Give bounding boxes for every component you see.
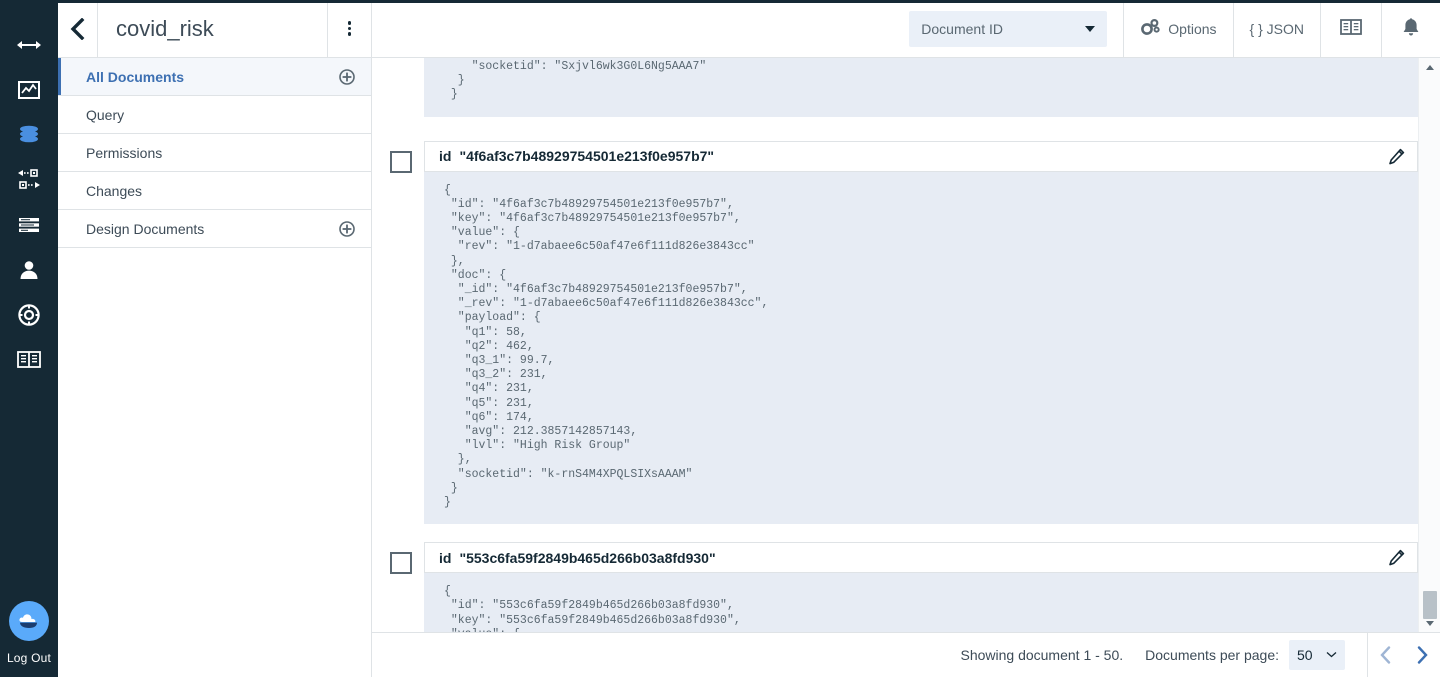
- documents-per-page-select[interactable]: 50: [1289, 640, 1345, 670]
- lifesaver-icon[interactable]: [0, 292, 58, 337]
- sidebar-item-query[interactable]: Query: [58, 96, 371, 134]
- options-gears-icon: [1140, 18, 1160, 39]
- document-list[interactable]: "socketid": "Sxjvl6wk3G0L6Ng5AAA7" } } i…: [372, 58, 1440, 632]
- chevron-right-icon[interactable]: [1404, 633, 1440, 677]
- options-button-label: Options: [1168, 20, 1217, 37]
- sidebar-item-label: All Documents: [86, 68, 185, 85]
- sidebar-item-label: Design Documents: [86, 220, 205, 237]
- logout-label[interactable]: Log Out: [7, 651, 51, 665]
- json-view-button[interactable]: { } JSON: [1232, 0, 1320, 58]
- cloudant-cloud-logo[interactable]: [9, 601, 49, 641]
- left-icon-rail: Log Out: [0, 0, 58, 677]
- showing-documents-text: Showing document 1 - 50.: [960, 647, 1124, 663]
- sidebar-item-design-documents[interactable]: Design Documents: [58, 210, 371, 248]
- document-card-partial: "socketid": "Sxjvl6wk3G0L6Ng5AAA7" } }: [372, 58, 1418, 117]
- sidebar-item-label: Permissions: [86, 144, 163, 161]
- document-id-value: "4f6af3c7b48929754501e213f0e957b7": [459, 148, 715, 165]
- chevron-down-icon: [1085, 25, 1096, 32]
- document-json-partial: "socketid": "Sxjvl6wk3G0L6Ng5AAA7" } }: [424, 58, 1418, 117]
- window-top-edge: [0, 0, 1440, 3]
- top-toolbar: Document ID Options { } JSON: [372, 0, 1440, 58]
- analytics-icon[interactable]: [0, 67, 58, 112]
- json-view-label: { } JSON: [1249, 20, 1304, 37]
- document-select-checkbox[interactable]: [390, 552, 412, 575]
- vertical-scrollbar[interactable]: [1418, 58, 1440, 632]
- activity-tasks-icon[interactable]: [0, 202, 58, 247]
- sidebar-item-permissions[interactable]: Permissions: [58, 134, 371, 172]
- app-root: Log Out covid_risk All Documents Query P…: [0, 0, 1440, 677]
- main-content: Document ID Options { } JSON "socketid":…: [372, 0, 1440, 677]
- document-json: { "id": "553c6fa59f2849b465d266b03a8fd93…: [424, 573, 1418, 632]
- database-header: covid_risk: [58, 0, 371, 58]
- edit-pencil-icon[interactable]: [1388, 148, 1405, 165]
- user-icon[interactable]: [0, 247, 58, 292]
- options-button[interactable]: Options: [1123, 0, 1232, 58]
- document-card: id "4f6af3c7b48929754501e213f0e957b7" { …: [372, 140, 1418, 525]
- document-header[interactable]: id "4f6af3c7b48929754501e213f0e957b7": [424, 140, 1418, 172]
- edit-pencil-icon[interactable]: [1388, 549, 1405, 566]
- document-id-label: id: [439, 549, 452, 566]
- sidebar-item-label: Query: [86, 106, 125, 123]
- document-select-checkbox[interactable]: [390, 150, 412, 173]
- document-json: { "id": "4f6af3c7b48929754501e213f0e957b…: [424, 171, 1418, 525]
- replication-icon[interactable]: [0, 157, 58, 202]
- database-nav-column: covid_risk All Documents Query Permissio…: [58, 0, 372, 677]
- chevron-left-icon[interactable]: [1368, 633, 1404, 677]
- sidebar-item-label: Changes: [86, 182, 143, 199]
- documents-per-page-label: Documents per page:: [1145, 647, 1279, 663]
- notifications-button[interactable]: [1381, 0, 1440, 58]
- document-id-label: id: [439, 148, 452, 165]
- add-design-document-icon[interactable]: [339, 220, 355, 237]
- list-gap: [372, 116, 1418, 141]
- documentation-button[interactable]: [1320, 0, 1381, 58]
- list-gap: [372, 524, 1418, 543]
- document-header[interactable]: id "553c6fa59f2849b465d266b03a8fd930": [424, 542, 1418, 574]
- pager-controls: [1367, 632, 1440, 677]
- document-id-select[interactable]: Document ID: [909, 10, 1108, 47]
- back-chevron-icon[interactable]: [58, 0, 98, 57]
- add-document-icon[interactable]: [339, 68, 355, 85]
- page-title: covid_risk: [116, 15, 214, 41]
- sidebar-item-changes[interactable]: Changes: [58, 172, 371, 210]
- database-icon[interactable]: [0, 112, 58, 157]
- document-card: id "553c6fa59f2849b465d266b03a8fd930" { …: [372, 542, 1418, 632]
- chevron-down-icon: [1326, 649, 1337, 661]
- documents-per-page-value: 50: [1297, 647, 1313, 663]
- pagination-bar: Showing document 1 - 50. Documents per p…: [372, 632, 1440, 677]
- notifications-bell-icon: [1400, 16, 1422, 41]
- documentation-icon[interactable]: [0, 337, 58, 382]
- documentation-book-icon: [1339, 17, 1363, 40]
- document-id-value: "553c6fa59f2849b465d266b03a8fd930": [459, 549, 716, 566]
- database-nav-list: All Documents Query Permissions Changes …: [58, 58, 371, 248]
- document-id-select-value: Document ID: [921, 20, 1003, 37]
- kebab-menu-icon[interactable]: [327, 0, 371, 57]
- sidebar-item-all-documents[interactable]: All Documents: [58, 58, 371, 96]
- scroll-down-icon[interactable]: [1419, 614, 1440, 632]
- scroll-up-icon[interactable]: [1419, 58, 1440, 76]
- resize-arrows-icon[interactable]: [0, 22, 58, 67]
